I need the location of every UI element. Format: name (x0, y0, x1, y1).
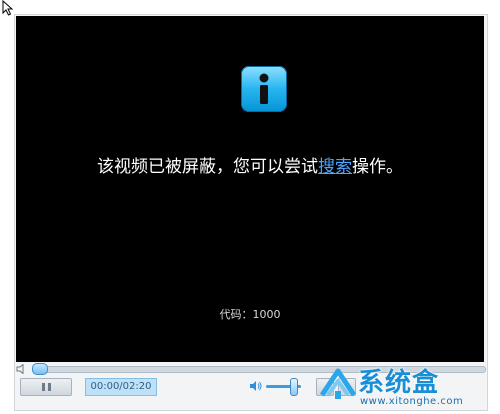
volume-knob[interactable] (290, 378, 298, 396)
blocked-message: 该视频已被屏蔽，您可以尝试搜索操作。 (16, 152, 484, 177)
speaker-icon[interactable] (249, 380, 263, 392)
progress-thumb[interactable] (32, 363, 48, 375)
search-link[interactable]: 搜索 (318, 157, 352, 177)
logo-icon (319, 368, 357, 399)
error-code: 代码：1000 (219, 308, 281, 321)
watermark-url: www.xitonghe.com (360, 396, 464, 407)
message-suffix: 操作。 (352, 157, 403, 177)
watermark: 系统盒 www.xitonghe.com (318, 362, 498, 414)
pause-button[interactable] (20, 378, 72, 396)
watermark-title: 系统盒 (358, 368, 440, 398)
mini-speaker-icon (16, 364, 24, 374)
video-area[interactable]: 该视频已被屏蔽，您可以尝试搜索操作。 代码：1000 (16, 16, 484, 362)
pause-icon (42, 383, 51, 391)
message-text: 该视频已被屏蔽，您可以尝试 (97, 157, 318, 177)
time-display: 00:00/02:20 (85, 378, 157, 396)
info-icon (241, 66, 287, 112)
